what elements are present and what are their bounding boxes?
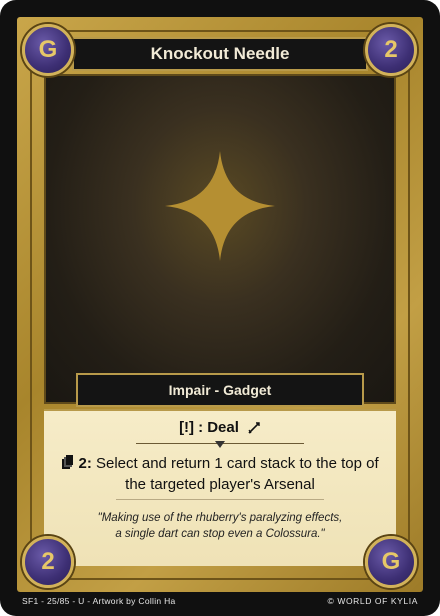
flavor-line-2: a single dart can stop even a Colossura.… (115, 528, 325, 540)
rules-text-box: [!] : Deal 2: Select and return 1 card s… (44, 409, 396, 566)
title-bar: Knockout Needle (72, 37, 368, 71)
divider-arrow (215, 441, 225, 448)
flavor-text: "Making use of the rhuberry's paralyzing… (64, 510, 376, 542)
card-art (44, 74, 396, 404)
gem-bottom-left: 2 (22, 536, 74, 588)
gem-top-right: 2 (365, 24, 417, 76)
card-stack-icon (62, 455, 74, 469)
footer-set-info: SF1 - 25/85 - U - Artwork by Collin Ha (22, 596, 176, 606)
dart-icon (248, 421, 260, 434)
effect-text: Select and return 1 card stack to the to… (96, 455, 379, 493)
exclamation-bracket-icon: [!] (179, 419, 195, 436)
effect-number: 2: (78, 455, 92, 472)
type-bar: Impair - Gadget (76, 373, 364, 407)
flavor-separator (116, 499, 324, 500)
four-point-star-icon (165, 151, 275, 262)
cost-text: : Deal (198, 419, 239, 436)
card-title: Knockout Needle (150, 44, 290, 63)
cost-line: [!] : Deal (44, 419, 396, 436)
game-card: Knockout Needle G 2 [!] : Deal 2: Select… (0, 0, 440, 616)
gem-top-left: G (22, 24, 74, 76)
effect-text-block: 2: Select and return 1 card stack to the… (60, 453, 380, 495)
flavor-line-1: "Making use of the rhuberry's paralyzing… (97, 512, 343, 524)
type-line: Impair - Gadget (168, 382, 272, 398)
footer-copyright: © WORLD OF KYLIA (327, 596, 418, 606)
gem-bottom-right: G (365, 536, 417, 588)
